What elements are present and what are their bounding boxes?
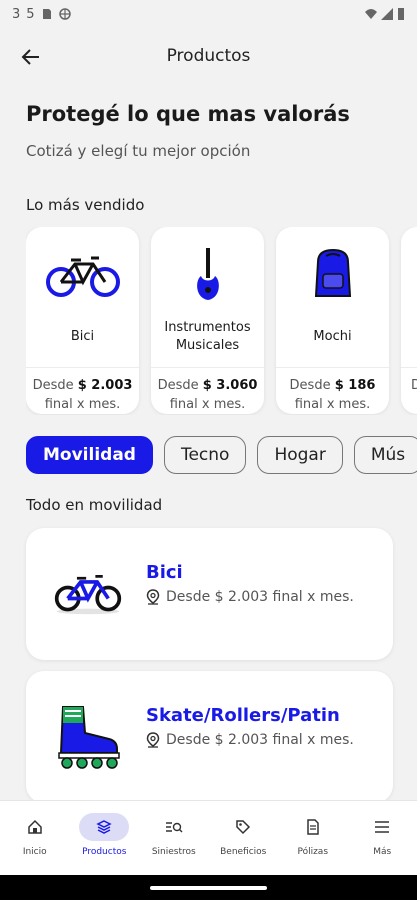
product-name: Instrumentos Musicales — [164, 320, 251, 353]
system-gesture-area — [0, 875, 417, 900]
wifi-icon — [365, 9, 377, 19]
category-card-skate[interactable]: Skate/Rollers/Patin Desde $ 2.003 final … — [26, 671, 393, 803]
category-card-bici[interactable]: Bici Desde $ 2.003 final x mes. — [26, 528, 393, 660]
bicycle-icon — [45, 256, 120, 297]
location-pin-icon — [146, 732, 160, 748]
status-time: 3 — [12, 6, 21, 22]
arrow-left-icon — [21, 49, 39, 65]
product-name: Bici — [70, 329, 95, 344]
nav-siniestros[interactable]: Siniestros — [144, 813, 204, 857]
category-section-title: Todo en movilidad — [26, 496, 163, 514]
product-card-instrumentos[interactable]: Instrumentos Musicales Desde $ 3.060 fin… — [151, 227, 264, 414]
backpack-icon — [314, 248, 351, 297]
page-title: Productos — [166, 46, 251, 66]
divider — [26, 367, 139, 368]
status-signal-number: 5 — [26, 6, 35, 22]
layers-icon — [96, 820, 112, 834]
nav-mas[interactable]: Más — [352, 813, 412, 857]
category-item-price: Desde $ 2.003 final x mes. — [146, 732, 354, 748]
back-button[interactable] — [18, 44, 44, 70]
battery-icon — [398, 8, 404, 20]
product-card-mochi[interactable]: Mochi Desde $ 186 final x mes. — [276, 227, 389, 414]
vpn-icon — [58, 8, 71, 20]
menu-icon — [375, 821, 390, 833]
chip-musica[interactable]: Mús — [353, 436, 417, 474]
app-header: Productos — [0, 36, 417, 76]
bicycle-icon — [54, 575, 122, 615]
product-price: Desde $ 2.003 final x mes. — [32, 378, 133, 412]
nav-inicio[interactable]: Inicio — [5, 813, 65, 857]
divider — [401, 367, 417, 368]
product-card-bici[interactable]: Bici Desde $ 2.003 final x mes. — [26, 227, 139, 414]
status-bar: 3 5 — [0, 0, 417, 28]
sd-card-icon — [42, 9, 51, 19]
cell-signal-icon — [381, 8, 393, 20]
divider — [276, 367, 389, 368]
divider — [151, 367, 264, 368]
bottom-navigation: Inicio Productos Siniestros Beneficios P… — [0, 800, 417, 875]
location-pin-icon — [146, 589, 160, 605]
category-item-price: Desde $ 2.003 final x mes. — [146, 589, 354, 605]
product-card-partial[interactable]: D — [401, 227, 417, 414]
best-sellers-carousel[interactable]: Bici Desde $ 2.003 final x mes. Instrume… — [26, 227, 417, 415]
nav-beneficios[interactable]: Beneficios — [213, 813, 273, 857]
search-list-icon — [165, 822, 183, 833]
category-chips: Movilidad Tecno Hogar Mús — [26, 436, 417, 474]
hero-subtitle: Cotizá y elegí tu mejor opción — [26, 142, 251, 160]
roller-skate-icon — [58, 706, 120, 769]
product-name: Mochi — [313, 329, 352, 344]
category-item-title: Bici — [146, 562, 183, 583]
chip-hogar[interactable]: Hogar — [257, 436, 343, 474]
chip-movilidad[interactable]: Movilidad — [26, 436, 153, 474]
guitar-icon — [196, 248, 219, 300]
document-icon — [307, 819, 319, 835]
home-icon — [28, 819, 42, 834]
category-item-title: Skate/Rollers/Patin — [146, 705, 340, 726]
nav-polizas[interactable]: Pólizas — [283, 813, 343, 857]
product-price: Desde $ 3.060 final x mes. — [157, 378, 258, 412]
chip-tecno[interactable]: Tecno — [163, 436, 247, 474]
nav-productos[interactable]: Productos — [74, 813, 134, 857]
product-price: D — [411, 378, 417, 393]
best-sellers-title: Lo más vendido — [26, 196, 145, 214]
home-gesture-bar[interactable] — [150, 886, 267, 890]
tag-icon — [236, 820, 251, 835]
hero-title: Protegé lo que mas valorás — [26, 102, 350, 126]
product-price: Desde $ 186 final x mes. — [289, 378, 376, 412]
